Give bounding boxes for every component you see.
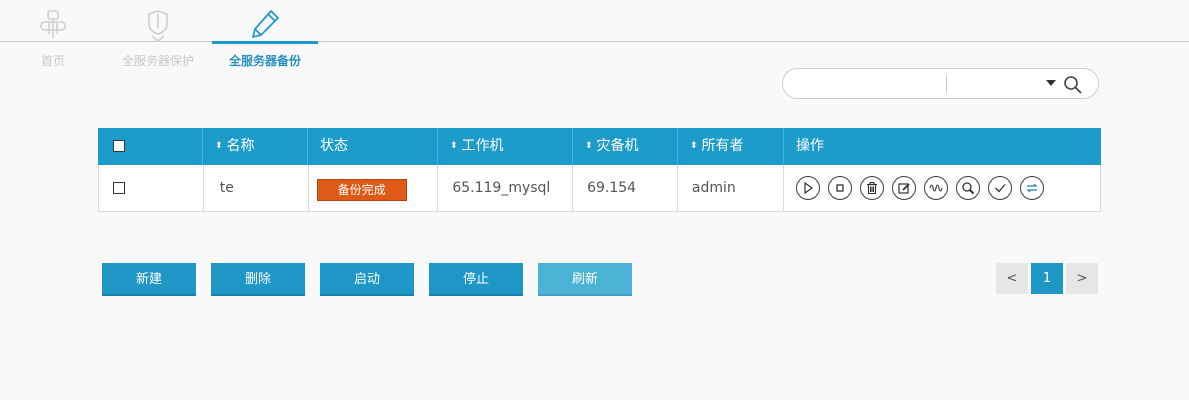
cell-name: te — [204, 165, 309, 211]
verify-action-button[interactable] — [987, 176, 1012, 200]
header-owner[interactable]: ⬍ 所有者 — [678, 128, 784, 165]
table-row: te 备份完成 65.119_mysql 69.154 admin — [98, 165, 1101, 212]
trash-icon — [866, 181, 877, 195]
home-icon — [40, 10, 66, 38]
start-action-button[interactable] — [795, 176, 820, 200]
nav-item-home[interactable]: 首页 — [0, 0, 106, 72]
header-name[interactable]: ⬍ 名称 — [203, 128, 308, 165]
active-tab-indicator — [212, 41, 318, 44]
pagination-page-1[interactable]: 1 — [1031, 263, 1063, 294]
stop-icon — [836, 184, 844, 192]
search-icon[interactable] — [1063, 75, 1083, 95]
cell-dr-machine: 69.154 — [573, 165, 678, 211]
search-input[interactable] — [795, 74, 945, 94]
table-header: ⬍ 名称 状态 ⬍ 工作机 ⬍ 灾备机 ⬍ 所有者 操作 — [98, 128, 1101, 165]
nav-item-server-protect[interactable]: 全服务器保护 — [105, 0, 211, 72]
shield-icon — [148, 10, 168, 42]
switch-action-button[interactable] — [1019, 176, 1044, 200]
row-select-cell — [99, 165, 204, 211]
delete-button[interactable]: 删除 — [211, 263, 305, 296]
play-icon — [804, 181, 813, 195]
pagination-prev[interactable]: < — [996, 263, 1028, 294]
header-status: 状态 — [308, 128, 438, 165]
stop-action-button[interactable] — [827, 176, 852, 200]
status-badge: 备份完成 — [316, 179, 407, 201]
pencil-icon — [252, 10, 279, 38]
cell-actions — [784, 165, 1100, 211]
cell-owner: admin — [678, 165, 784, 211]
backup-table: ⬍ 名称 状态 ⬍ 工作机 ⬍ 灾备机 ⬍ 所有者 操作 te 备份完成 65.119_… — [98, 128, 1101, 212]
swap-icon — [1026, 183, 1038, 193]
nav-label-server-protect: 全服务器保护 — [121, 54, 194, 68]
search-separator — [946, 75, 947, 93]
edit-action-button[interactable] — [891, 176, 916, 200]
search-icon — [962, 182, 974, 195]
select-all-checkbox[interactable] — [113, 140, 125, 152]
header-actions: 操作 — [796, 138, 824, 154]
chevron-down-icon[interactable] — [1046, 80, 1056, 86]
start-button[interactable]: 启动 — [320, 263, 414, 296]
sort-icon: ⬍ — [690, 141, 698, 151]
stop-button[interactable]: 停止 — [429, 263, 523, 296]
nav-label-server-backup: 全服务器备份 — [228, 54, 301, 68]
cell-work-machine: 65.119_mysql — [438, 165, 574, 211]
header-select-all — [98, 128, 203, 165]
nav-label-home: 首页 — [40, 54, 65, 68]
view-action-button[interactable] — [955, 176, 980, 200]
nav-item-server-backup[interactable]: 全服务器备份 — [212, 0, 318, 72]
sort-icon: ⬍ — [585, 141, 593, 151]
header-dr-machine[interactable]: ⬍ 灾备机 — [573, 128, 678, 165]
sort-icon: ⬍ — [215, 141, 223, 151]
pagination-next[interactable]: > — [1066, 263, 1098, 294]
check-icon — [994, 184, 1006, 193]
cell-status: 备份完成 — [309, 165, 439, 211]
new-button[interactable]: 新建 — [102, 263, 196, 296]
edit-icon — [898, 183, 910, 194]
sort-icon: ⬍ — [450, 141, 458, 151]
wave-icon — [929, 184, 943, 192]
row-checkbox[interactable] — [113, 182, 125, 194]
delete-action-button[interactable] — [859, 176, 884, 200]
refresh-button[interactable]: 刷新 — [538, 263, 632, 296]
header-work-machine[interactable]: ⬍ 工作机 — [438, 128, 573, 165]
top-nav: 首页 全服务器保护 全服务器备份 — [0, 0, 1189, 68]
monitor-action-button[interactable] — [923, 176, 948, 200]
search-box — [782, 68, 1099, 99]
